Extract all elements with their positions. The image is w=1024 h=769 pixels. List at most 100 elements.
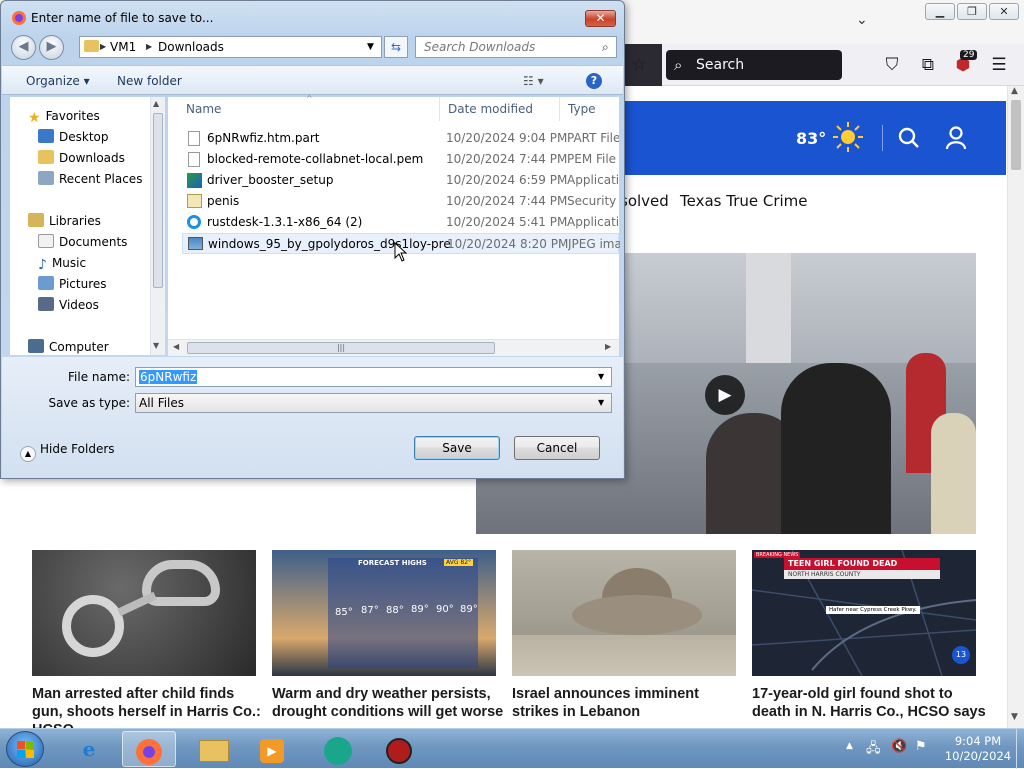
dialog-title: Enter name of file to save to... xyxy=(31,11,214,25)
organize-button[interactable]: Organize ▾ xyxy=(26,74,90,88)
firefox-taskbar-icon[interactable] xyxy=(122,731,176,767)
address-dropdown-icon[interactable]: ▼ xyxy=(367,37,374,57)
nav-libraries[interactable]: Libraries xyxy=(28,211,101,231)
nav-documents[interactable]: Documents xyxy=(38,232,127,252)
site-search-icon[interactable] xyxy=(898,127,920,149)
ublock-taskbar-icon[interactable] xyxy=(372,731,426,767)
nav-desktop[interactable]: Desktop xyxy=(38,127,109,147)
column-date-modified[interactable]: Date modified xyxy=(440,97,560,121)
forecast-image: FORECAST HIGHS AVG 82° 85° 87° 88° 89° 9… xyxy=(272,550,496,676)
file-icon xyxy=(188,131,200,146)
scroll-right-icon[interactable]: ▶ xyxy=(605,342,611,351)
save-as-type-value: All Files xyxy=(139,396,185,410)
browser-close-button[interactable]: ✕ xyxy=(989,3,1019,20)
file-row[interactable]: 6pNRwfiz.htm.part 10/20/2024 9:04 PM PAR… xyxy=(182,128,619,149)
hscroll-thumb[interactable]: ||| xyxy=(187,342,495,354)
file-explorer-icon[interactable] xyxy=(187,731,241,767)
card-headline[interactable]: Israel announces imminent strikes in Leb… xyxy=(512,685,748,721)
news-card[interactable]: FORECAST HIGHS AVG 82° 85° 87° 88° 89° 9… xyxy=(272,550,503,721)
account-icon[interactable] xyxy=(945,126,967,150)
save-as-type-dropdown-icon[interactable]: ▼ xyxy=(598,394,604,412)
play-icon[interactable]: ▶ xyxy=(705,375,745,415)
notification-badge: 29 xyxy=(960,50,978,60)
nav-scroll-thumb[interactable] xyxy=(153,113,163,288)
save-as-type-select[interactable]: All Files ▼ xyxy=(135,393,612,413)
nav-downloads[interactable]: Downloads xyxy=(38,148,125,168)
column-type[interactable]: Type xyxy=(560,97,619,121)
minimize-button[interactable]: ▁ xyxy=(925,3,955,20)
tab-list-chevron-icon[interactable]: ⌄ xyxy=(856,12,868,28)
nav-favorites[interactable]: ★ Favorites xyxy=(28,106,100,126)
scroll-down-icon[interactable]: ▼ xyxy=(1011,712,1018,722)
network-icon[interactable]: 🖧 xyxy=(866,739,881,761)
filename-input[interactable]: 6pNRwfiz ▼ xyxy=(135,367,612,387)
refresh-button[interactable]: ⇆ xyxy=(384,36,408,58)
extensions-icon[interactable]: ⧉ xyxy=(915,52,941,78)
file-row[interactable]: penis 10/20/2024 7:44 PM Security C xyxy=(182,191,619,212)
forward-button[interactable]: ▶ xyxy=(39,35,64,60)
scroll-down-icon[interactable]: ▼ xyxy=(153,341,159,350)
file-row[interactable]: blocked-remote-collabnet-local.pem 10/20… xyxy=(182,149,619,170)
news-card[interactable]: BREAKING NEWS TEEN GIRL FOUND DEAD NORTH… xyxy=(752,550,986,721)
nav-computer[interactable]: Computer xyxy=(28,337,109,357)
filename-label: File name: xyxy=(68,370,130,384)
certificate-icon xyxy=(187,194,202,208)
breadcrumb-vm1[interactable]: VM1 xyxy=(110,37,136,57)
file-row[interactable]: driver_booster_setup 10/20/2024 6:59 PM … xyxy=(182,170,619,191)
search-icon[interactable]: ⌕ xyxy=(602,37,609,57)
breaking-headline: TEEN GIRL FOUND DEAD xyxy=(784,558,940,570)
nav-link-solved[interactable]: solved xyxy=(620,192,669,210)
file-list-hscrollbar[interactable]: ◀ ||| ▶ xyxy=(168,339,619,356)
nav-recent-places[interactable]: Recent Places xyxy=(38,169,142,189)
star-icon: ★ xyxy=(28,110,41,126)
nav-pictures[interactable]: Pictures xyxy=(38,274,107,294)
scroll-left-icon[interactable]: ◀ xyxy=(173,342,179,351)
save-as-type-label: Save as type: xyxy=(48,396,130,410)
pocket-icon[interactable]: ⛉ xyxy=(879,52,905,78)
new-folder-button[interactable]: New folder xyxy=(117,74,182,88)
show-desktop-button[interactable] xyxy=(1016,729,1024,769)
forecast-temp: 89° xyxy=(460,604,478,615)
scroll-thumb[interactable] xyxy=(1011,100,1021,170)
help-icon[interactable]: ? xyxy=(586,73,602,89)
scroll-up-icon[interactable]: ▲ xyxy=(1011,86,1018,96)
scroll-up-icon[interactable]: ▲ xyxy=(153,99,159,108)
file-row[interactable]: rustdesk-1.3.1-x86_64 (2) 10/20/2024 5:4… xyxy=(182,212,619,233)
dialog-nav-row: ◀ ▶ ▶ VM1 ▶ Downloads ▼ ⇆ Search Downloa… xyxy=(9,33,619,61)
dialog-search-input[interactable]: Search Downloads ⌕ xyxy=(415,36,617,58)
nav-music[interactable]: ♪ Music xyxy=(38,253,86,273)
address-bar[interactable]: ▶ VM1 ▶ Downloads ▼ xyxy=(79,36,382,58)
dialog-footer: File name: 6pNRwfiz ▼ Save as type: All … xyxy=(2,357,623,478)
internet-explorer-icon[interactable]: e xyxy=(62,731,116,767)
hide-folders-button[interactable]: ▲ Hide Folders xyxy=(20,442,115,462)
media-player-icon[interactable]: ▶ xyxy=(245,731,299,767)
clock[interactable]: 9:04 PM 10/20/2024 xyxy=(940,734,1016,764)
card-headline[interactable]: 17-year-old girl found shot to death in … xyxy=(752,685,988,721)
filename-dropdown-icon[interactable]: ▼ xyxy=(598,368,604,386)
page-scrollbar[interactable]: ▲ ▼ xyxy=(1007,86,1024,728)
nav-videos[interactable]: Videos xyxy=(38,295,99,315)
view-options-icon[interactable]: ☷ ▾ xyxy=(523,74,544,88)
show-hidden-icons[interactable]: ▲ xyxy=(846,741,853,751)
save-button[interactable]: Save xyxy=(414,436,500,460)
nav-scrollbar[interactable]: ▲ ▼ xyxy=(150,97,165,355)
restore-button[interactable]: ❐ xyxy=(957,3,987,20)
nav-link-texas-true-crime[interactable]: Texas True Crime xyxy=(680,192,808,210)
browser-search-input[interactable]: ⌕ Search xyxy=(666,50,842,80)
bookmark-star-icon[interactable]: ☆ xyxy=(626,52,652,78)
back-button[interactable]: ◀ xyxy=(11,35,36,60)
menu-icon[interactable]: ☰ xyxy=(986,52,1012,78)
news-card[interactable]: Man arrested after child finds gun, shoo… xyxy=(32,550,261,739)
chat-app-icon[interactable] xyxy=(311,731,365,767)
column-name[interactable]: Name xyxy=(178,97,440,121)
card-headline[interactable]: Warm and dry weather persists, drought c… xyxy=(272,685,508,721)
dialog-close-button[interactable]: ✕ xyxy=(585,10,616,27)
forecast-temp: 89° xyxy=(411,604,429,615)
breadcrumb-downloads[interactable]: Downloads xyxy=(158,37,224,57)
volume-muted-icon[interactable]: 🔇 xyxy=(891,739,907,754)
start-button[interactable] xyxy=(6,731,44,767)
action-center-flag-icon[interactable]: ⚑ xyxy=(915,739,927,754)
cancel-button[interactable]: Cancel xyxy=(514,436,600,460)
news-card[interactable]: Israel announces imminent strikes in Leb… xyxy=(512,550,736,721)
filename-value: 6pNRwfiz xyxy=(139,370,198,384)
